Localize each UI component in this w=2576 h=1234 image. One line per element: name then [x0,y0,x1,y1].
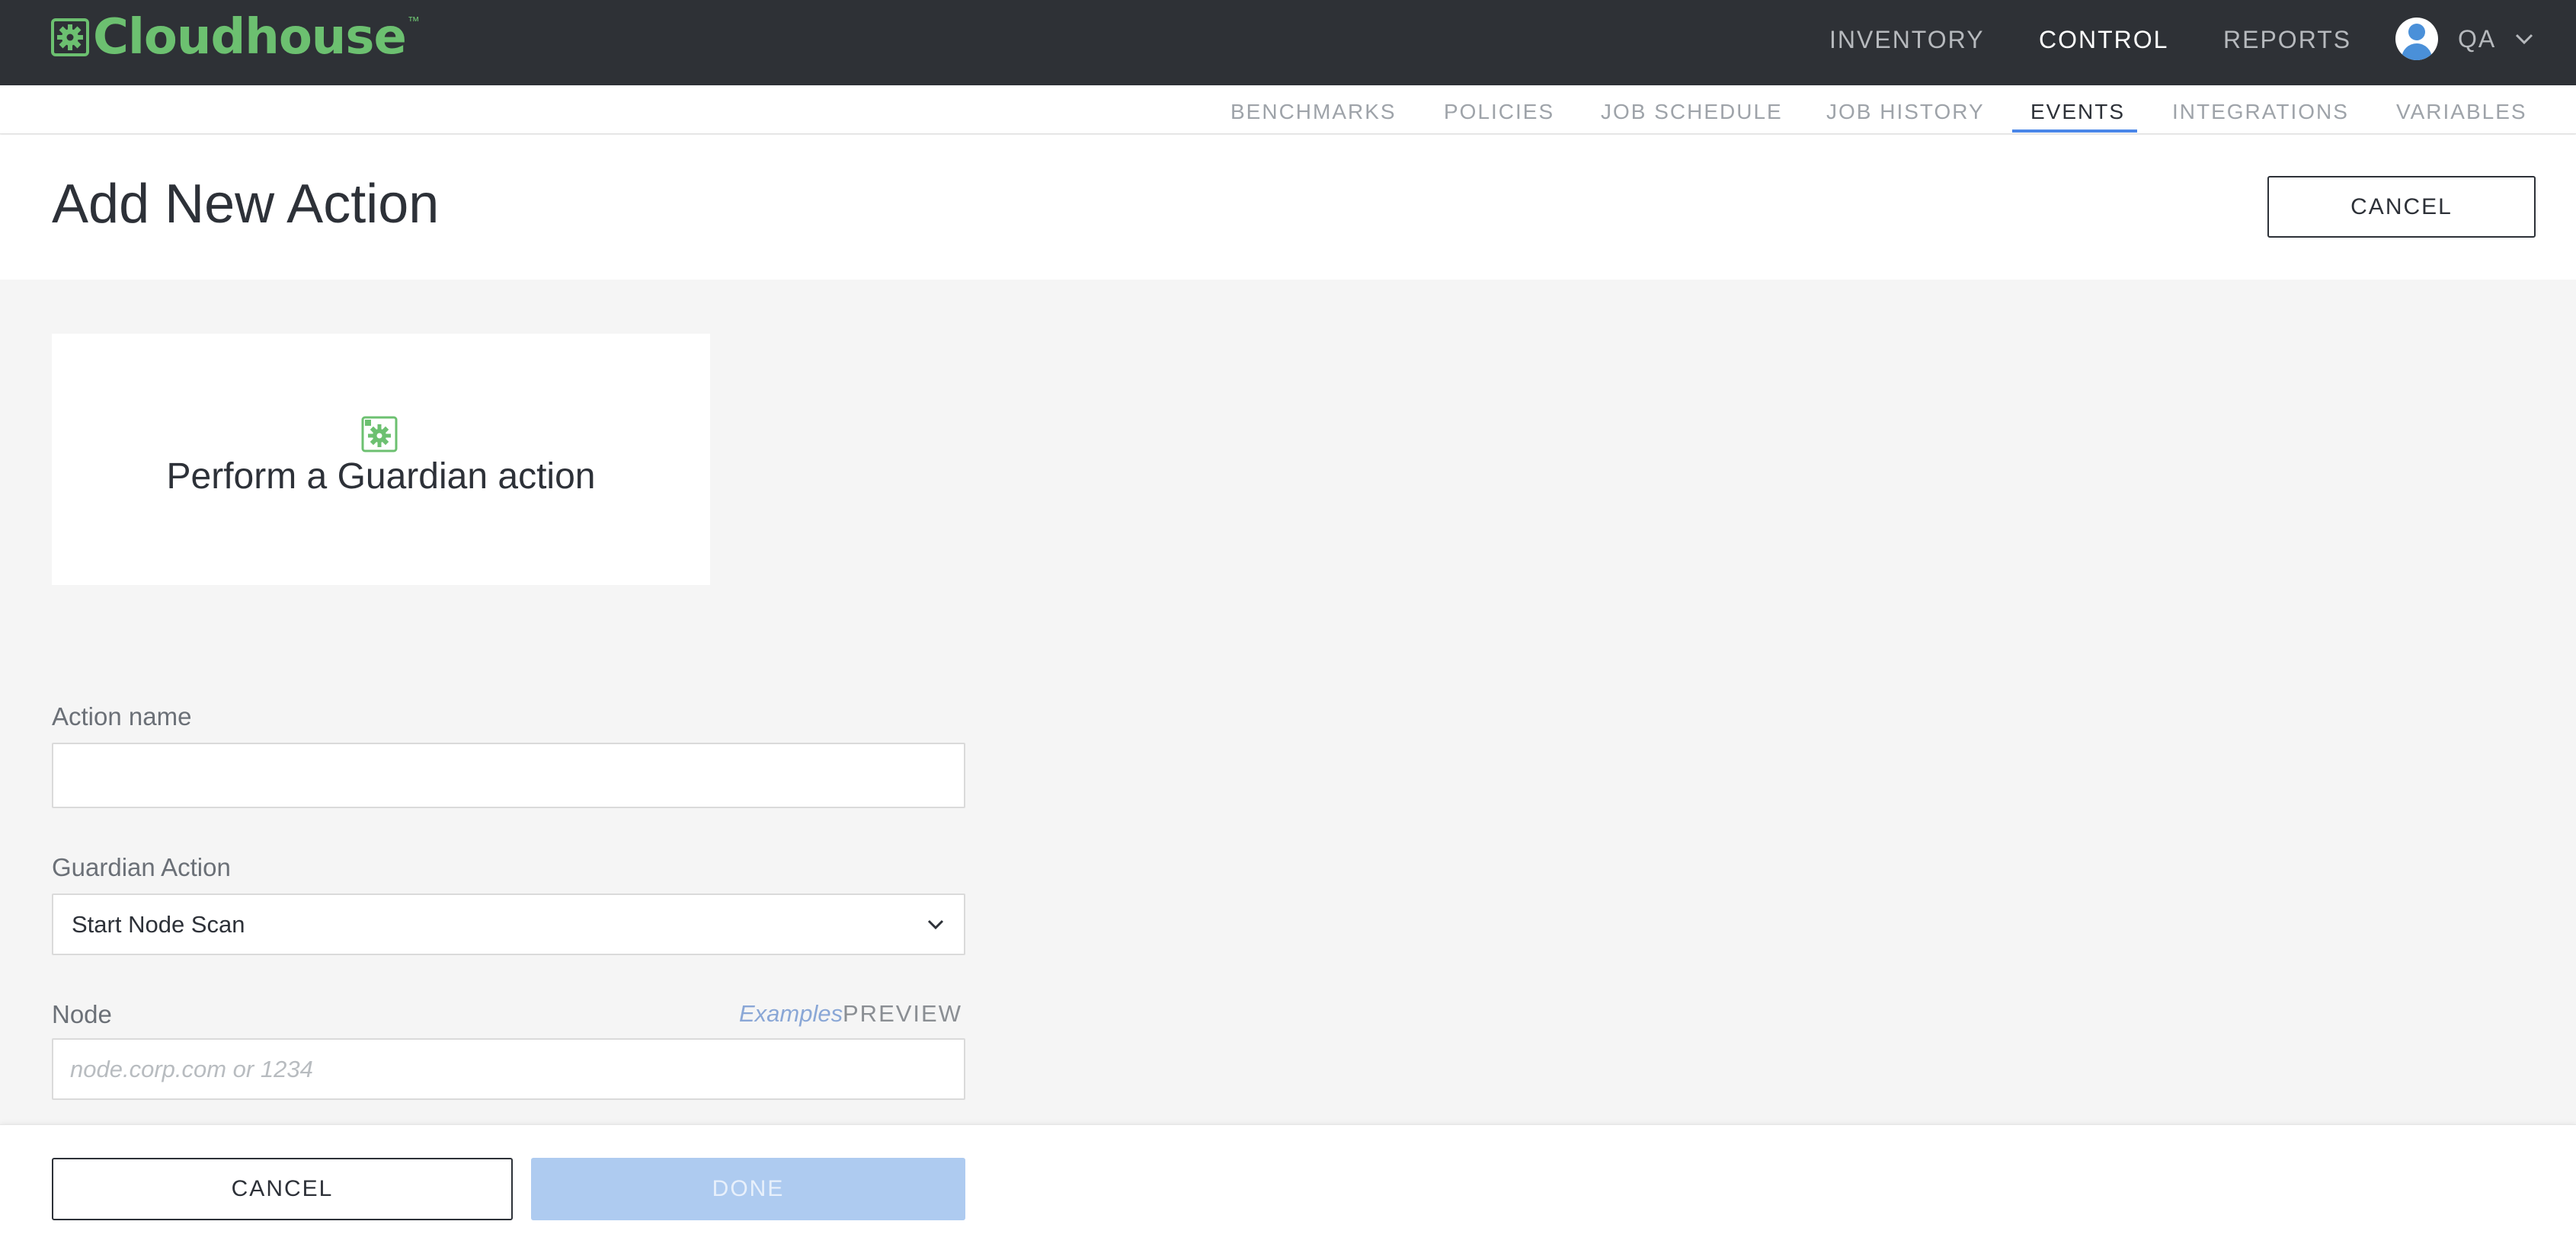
guardian-action-label: Guardian Action [52,853,231,881]
page-header: Add New Action CANCEL [0,135,2576,280]
chevron-down-icon [2516,34,2533,45]
nav-reports[interactable]: REPORTS [2223,0,2351,79]
form-footer: CANCEL DONE [0,1124,2576,1234]
nav-control[interactable]: CONTROL [2039,0,2168,79]
tab-benchmarks[interactable]: BENCHMARKS [1230,85,1397,134]
action-name-input[interactable] [53,744,964,807]
guardian-action-card[interactable]: Perform a Guardian action [52,334,710,585]
trademark-symbol: ™ [407,15,420,28]
user-name: QA [2458,24,2497,53]
action-name-label: Action name [52,702,192,730]
guardian-action-selected: Start Node Scan [72,910,245,938]
sub-navigation: BENCHMARKS POLICIES JOB SCHEDULE JOB HIS… [0,85,2576,134]
guardian-gear-icon [361,416,398,452]
user-avatar-icon [2395,18,2438,60]
cloudhouse-logo[interactable]: Cloudhouse ™ [50,11,420,64]
tab-integrations[interactable]: INTEGRATIONS [2172,85,2349,134]
header-cancel-button[interactable]: CANCEL [2267,176,2536,238]
node-label: Node [52,1000,112,1028]
page-title: Add New Action [52,174,440,235]
guardian-action-select[interactable]: Start Node Scan [52,894,965,955]
user-menu[interactable]: QA [2395,15,2534,62]
preview-link[interactable]: PREVIEW [843,1000,962,1028]
active-tab-indicator [2012,129,2137,133]
tab-job-history[interactable]: JOB HISTORY [1826,85,1985,134]
node-input[interactable] [53,1040,964,1098]
tab-job-schedule[interactable]: JOB SCHEDULE [1601,85,1783,134]
chevron-down-icon [927,919,944,930]
tab-events[interactable]: EVENTS [2030,85,2125,134]
tab-variables[interactable]: VARIABLES [2396,85,2527,134]
done-button[interactable]: DONE [531,1158,965,1220]
action-card-title: Perform a Guardian action [166,456,596,497]
logo-gear-icon [51,18,89,56]
action-name-field[interactable] [52,743,965,808]
top-bar: Cloudhouse ™ INVENTORY CONTROL REPORTS Q… [0,0,2576,85]
brand-name: Cloudhouse [93,9,407,66]
tab-policies[interactable]: POLICIES [1444,85,1554,134]
footer-cancel-button[interactable]: CANCEL [52,1158,513,1220]
nav-inventory[interactable]: INVENTORY [1829,0,1985,79]
node-field[interactable] [52,1038,965,1100]
examples-link[interactable]: Examples [739,1000,843,1028]
